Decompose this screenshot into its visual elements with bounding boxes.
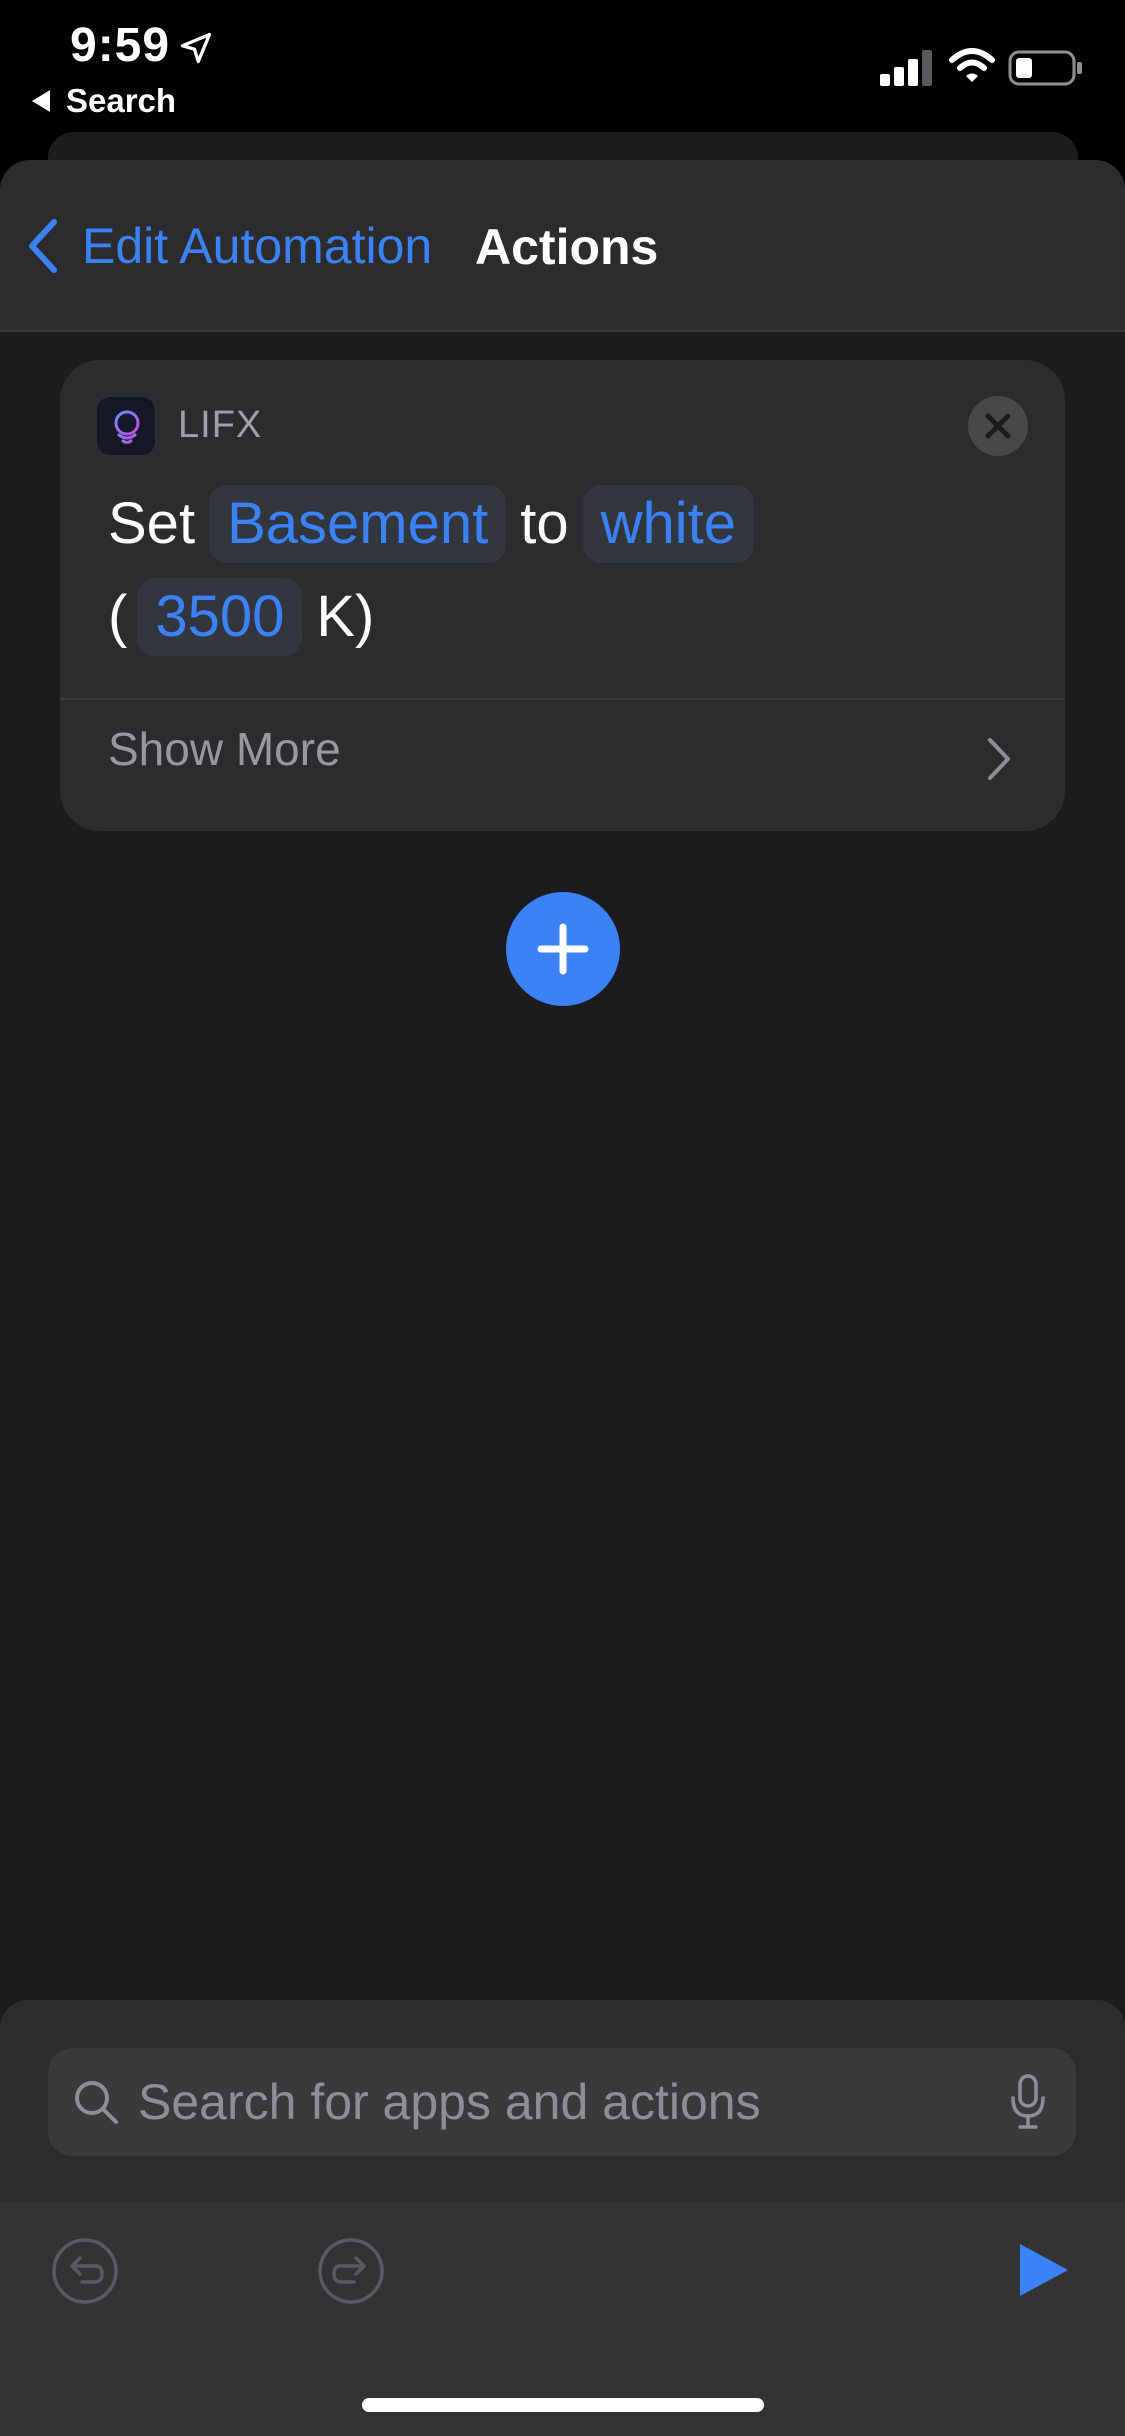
location-arrow-icon: [180, 32, 212, 64]
lifx-app-icon: [96, 396, 156, 456]
status-bar: 9:59 Search: [0, 0, 1125, 130]
action-search-bar[interactable]: [48, 2048, 1076, 2156]
chevron-right-icon[interactable]: [984, 734, 1014, 784]
color-parameter-token[interactable]: white: [582, 485, 754, 563]
signal-icon: [880, 50, 932, 86]
back-to-app-link[interactable]: Search: [32, 82, 176, 120]
page-title: Actions: [475, 219, 659, 275]
open-paren: (: [108, 584, 128, 649]
edit-automation-back-button[interactable]: Edit Automation: [24, 214, 432, 278]
actions-sheet: Edit Automation Actions LIFX Set Basemen…: [0, 160, 1125, 2436]
battery-icon: [1008, 50, 1082, 86]
back-app-label: Search: [66, 82, 177, 119]
action-verb: Set: [108, 491, 196, 556]
redo-icon[interactable]: [316, 2236, 386, 2306]
search-input[interactable]: [138, 2073, 978, 2131]
wifi-icon: [949, 48, 995, 82]
light-parameter-token[interactable]: Basement: [209, 485, 507, 563]
editor-toolbar: [0, 2202, 1125, 2436]
lifx-action-card: LIFX Set Basement to white ( 3500 K) Sho…: [60, 360, 1065, 831]
action-summary-line-1: Set Basement to white: [108, 485, 768, 563]
back-triangle-icon: [32, 90, 50, 112]
action-app-name: LIFX: [178, 404, 263, 446]
plus-icon: [537, 923, 589, 975]
close-icon: [985, 413, 1011, 439]
navigation-bar: Edit Automation Actions: [0, 160, 1125, 332]
kelvin-parameter-token[interactable]: 3500: [137, 578, 303, 656]
undo-icon[interactable]: [50, 2236, 120, 2306]
back-label: Edit Automation: [82, 218, 433, 274]
status-time: 9:59: [70, 19, 171, 72]
home-indicator[interactable]: [362, 2398, 764, 2412]
card-divider: [60, 698, 1065, 700]
remove-action-button[interactable]: [968, 396, 1028, 456]
microphone-icon[interactable]: [1008, 2072, 1048, 2132]
search-icon: [75, 2081, 118, 2124]
bottom-panel: [0, 2000, 1125, 2436]
action-summary-line-2: ( 3500 K): [108, 578, 374, 656]
kelvin-unit-suffix: K): [316, 584, 375, 649]
action-connector: to: [520, 491, 569, 556]
chevron-left-icon: [29, 219, 57, 273]
play-icon[interactable]: [1016, 2240, 1072, 2300]
show-more-button[interactable]: Show More: [108, 722, 341, 776]
add-action-button[interactable]: [506, 892, 620, 1006]
